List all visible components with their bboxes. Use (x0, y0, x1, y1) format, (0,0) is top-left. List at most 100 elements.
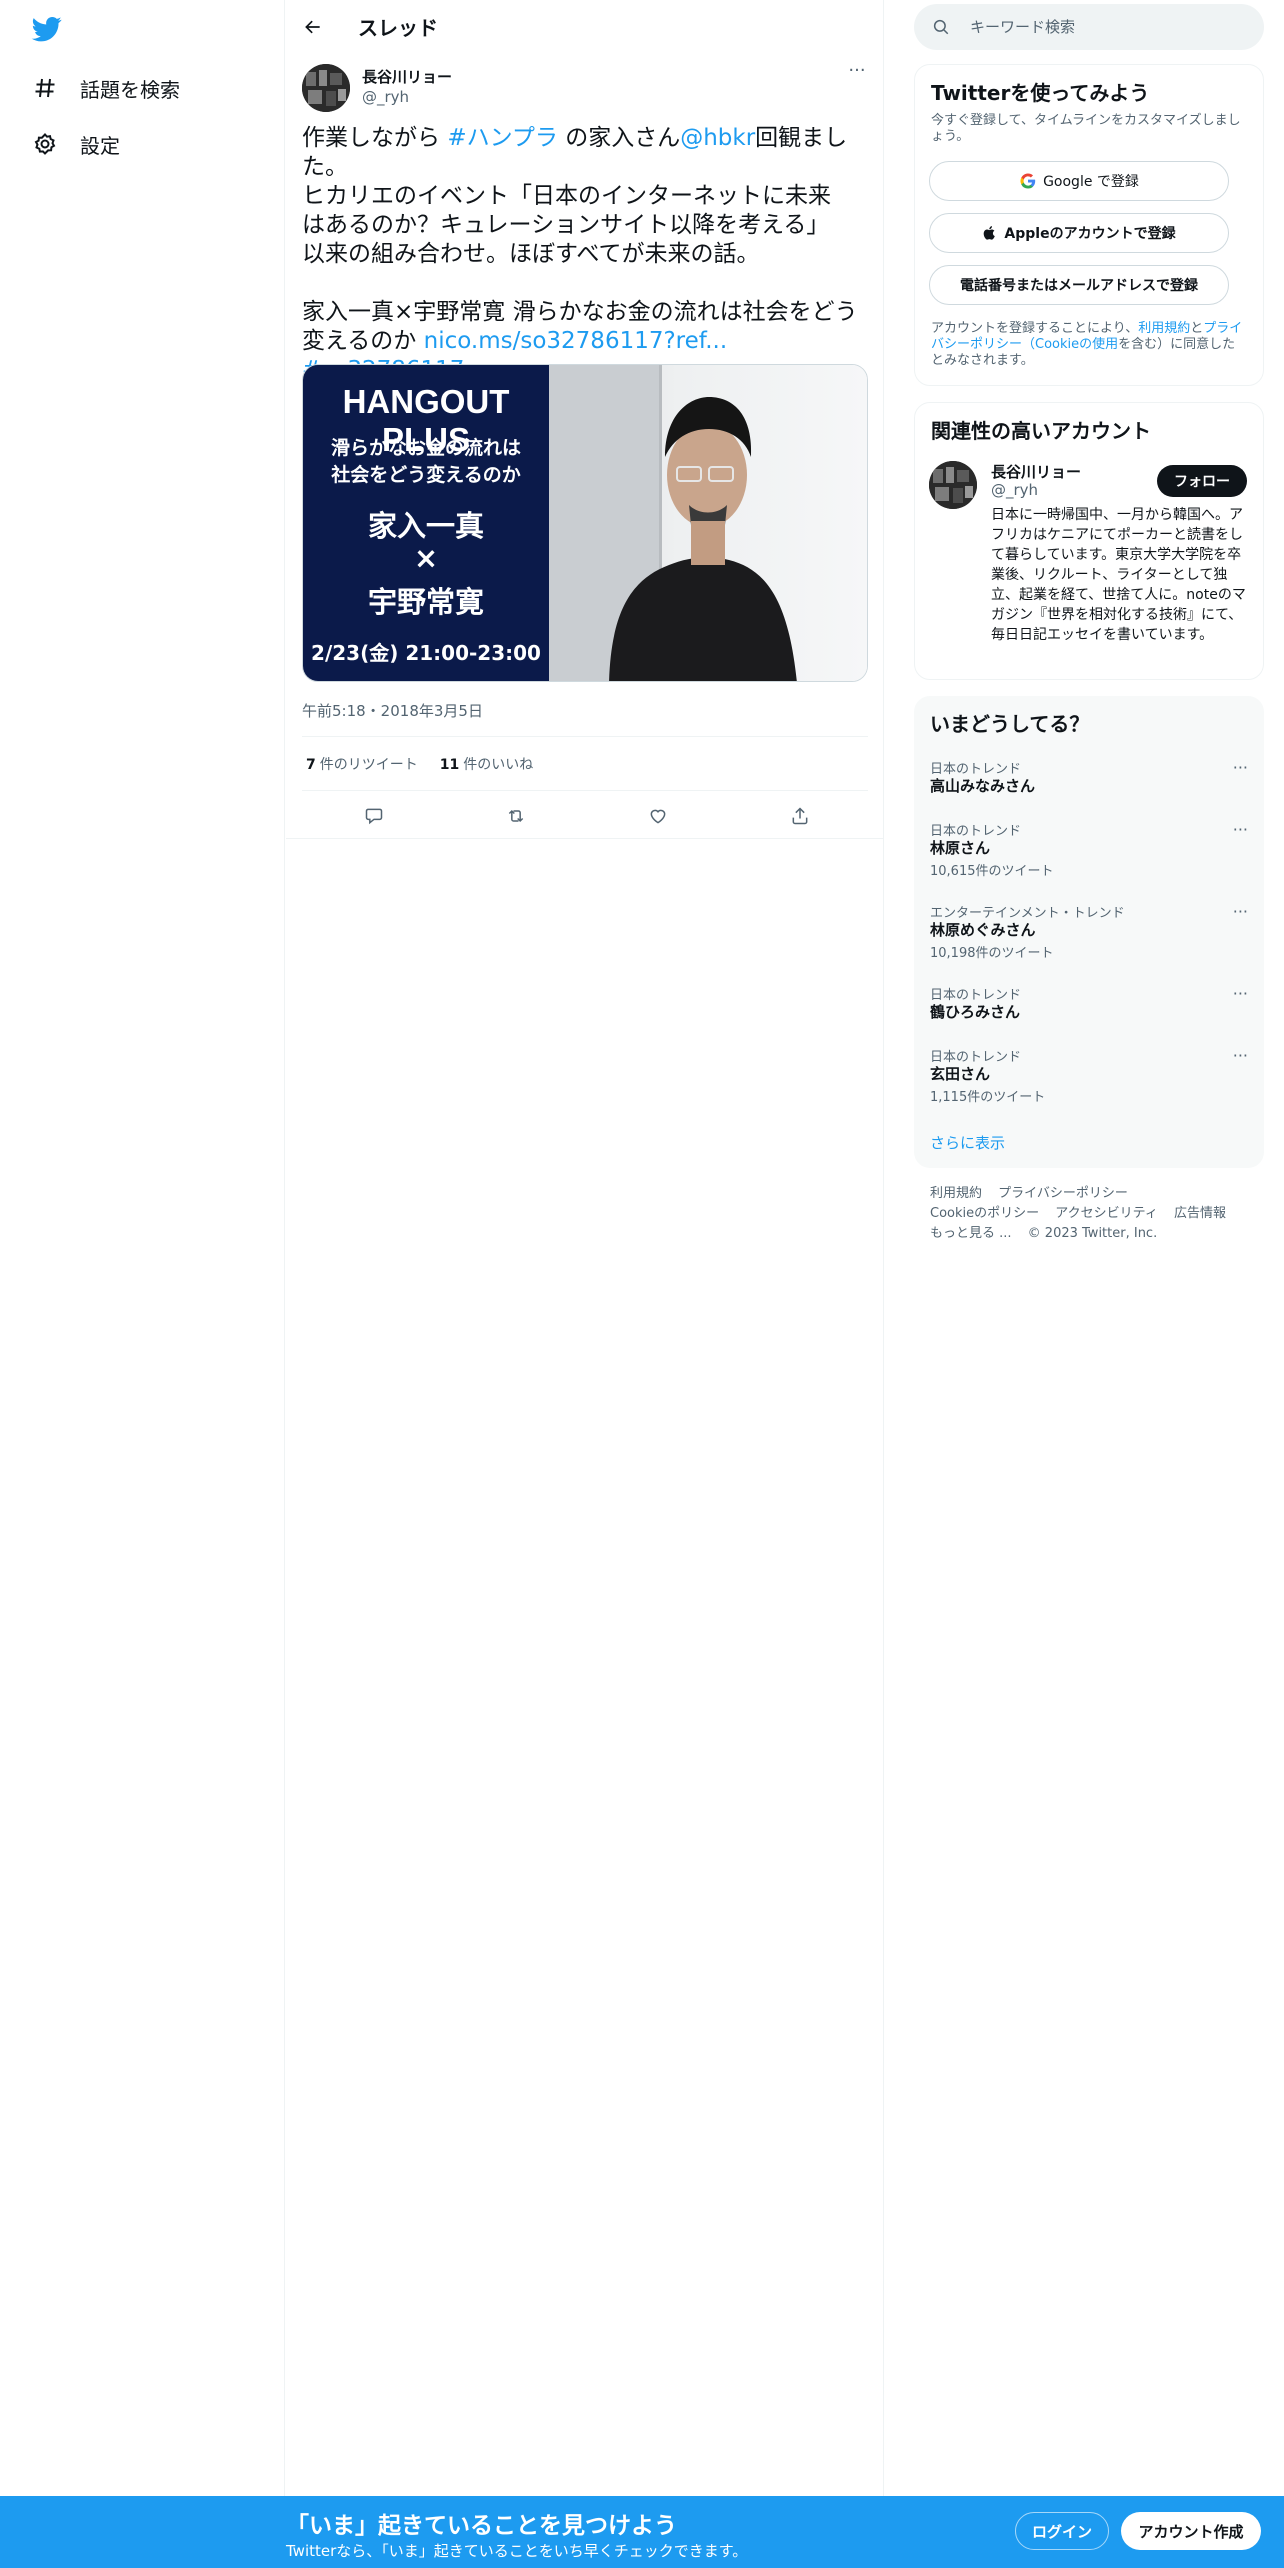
tweet-timestamp[interactable]: 午前5:18・2018年3月5日 (302, 700, 483, 721)
divider (302, 790, 868, 791)
signup-card-subtitle: 今すぐ登録して、タイムラインをカスタマイズしましょう。 (931, 113, 1241, 144)
phone-email-signup-button[interactable]: 電話番号またはメールアドレスで登録 (929, 265, 1229, 305)
media-subtitle-line: 滑らかなお金の流れは (330, 437, 521, 459)
media-subtitle-line: 社会をどう変えるのか (331, 464, 521, 486)
trend-item[interactable]: 日本のトレンド 林原さん 10,615件のツイート ··· (914, 820, 1264, 880)
media-subtitle: 滑らかなお金の流れは 社会をどう変えるのか (303, 435, 549, 489)
trend-name: 玄田さん (930, 1065, 991, 1083)
media-name-1: 家入一真 (367, 509, 484, 543)
tweet-text-line: 以来の組み合わせ。ほぼすべてが未来の話。 (302, 241, 760, 267)
terms-link[interactable]: 利用規約 (1138, 321, 1190, 336)
tweet-text-line: 家入一真×宇野常寛 滑らかなお金の流れは社会をどう (302, 299, 858, 325)
author-avatar[interactable] (302, 64, 350, 112)
search-icon (932, 18, 950, 36)
retweet-icon[interactable] (498, 798, 534, 834)
main-column: スレッド 長谷川リョー @_ryh ··· 作業しながら #ハンプラ の家入さん… (286, 0, 884, 2496)
like-count[interactable]: 11 件のいいね (440, 754, 533, 774)
left-navigation: 話題を検索 設定 (0, 0, 285, 2496)
search-box (914, 4, 1264, 50)
author-name[interactable]: 長谷川リョー (362, 66, 452, 87)
signup-card: Twitterを使ってみよう 今すぐ登録して、タイムラインをカスタマイズしましょ… (914, 64, 1264, 386)
search-input[interactable] (970, 4, 1250, 50)
tweet-text-line: ヒカリエのイベント「日本のインターネットに未来 (302, 183, 831, 209)
nav-label-explore: 話題を検索 (80, 77, 180, 102)
create-account-button[interactable]: アカウント作成 (1121, 2512, 1261, 2550)
like-heart-icon[interactable] (640, 798, 676, 834)
footer-privacy-link[interactable]: プライバシーポリシー (998, 1186, 1128, 1201)
more-options-icon[interactable]: ··· (1233, 984, 1248, 1003)
signup-legal-text: アカウントを登録することにより、利用規約とプライバシーポリシー（Cookieの使… (931, 321, 1247, 369)
trend-tweet-count: 10,198件のツイート (930, 946, 1054, 961)
google-icon (1019, 172, 1037, 190)
more-options-icon[interactable]: ··· (1233, 758, 1248, 777)
legal-text-segment: と (1190, 321, 1204, 336)
trend-item[interactable]: 日本のトレンド 玄田さん 1,115件のツイート ··· (914, 1046, 1264, 1106)
google-signup-button[interactable]: Google で登録 (929, 161, 1229, 201)
related-account-bio: 日本に一時帰国中、一月から韓国へ。アフリカはケニアにてポーカーと読書をして暮らし… (991, 507, 1246, 643)
trend-name: 鶴ひろみさん (930, 1003, 1021, 1021)
related-accounts-card: 関連性の高いアカウント 長谷川リョー @_ryh フォロー 日本に一時帰国中、一… (914, 402, 1264, 680)
hashtag-link[interactable]: #ハンプラ (447, 125, 558, 151)
trend-item[interactable]: 日本のトレンド 高山みなみさん ··· (914, 758, 1264, 808)
tweet-text-segment: 回観まし (755, 125, 848, 151)
like-count-value: 11 (439, 757, 460, 773)
trend-item[interactable]: 日本のトレンド 鶴ひろみさん ··· (914, 984, 1264, 1034)
tweet-text-segment: 作業しながら (302, 125, 448, 151)
media-name-2: 宇野常寛 (367, 585, 484, 619)
trends-card: いまどうしてる？ 日本のトレンド 高山みなみさん ··· 日本のトレンド 林原さ… (914, 696, 1264, 1168)
trends-title: いまどうしてる？ (930, 712, 1090, 736)
follow-button[interactable]: フォロー (1157, 465, 1247, 497)
more-options-icon[interactable]: ··· (1233, 1046, 1248, 1065)
tweet-actions (302, 798, 868, 834)
reply-icon[interactable] (356, 798, 392, 834)
related-accounts-title: 関連性の高いアカウント (931, 419, 1151, 443)
tweet-text-line: はあるのか？キュレーションサイト以降を考える」 (302, 212, 830, 238)
footer-ads-link[interactable]: 広告情報 (1174, 1206, 1226, 1221)
phone-email-signup-label: 電話番号またはメールアドレスで登録 (960, 278, 1198, 294)
related-account-name[interactable]: 長谷川リョー (991, 461, 1081, 482)
footer-cookie-link[interactable]: Cookieのポリシー (930, 1206, 1039, 1221)
apple-icon (982, 225, 998, 241)
retweet-count-label: 件のリツイート (319, 757, 418, 773)
url-link[interactable]: nico.ms/so32786117?ref... (424, 328, 728, 354)
back-arrow-icon[interactable] (298, 12, 328, 42)
tweet-media-image[interactable]: HANGOUT PLUS 滑らかなお金の流れは 社会をどう変えるのか 家入一真 … (302, 364, 868, 682)
thread-header: スレッド (286, 0, 884, 54)
trend-tweet-count: 1,115件のツイート (930, 1090, 1046, 1105)
tweet-text-segment: の家入さん (557, 125, 681, 151)
gear-icon (30, 129, 60, 159)
trend-name: 林原さん (930, 839, 991, 857)
more-options-icon[interactable]: ··· (1233, 820, 1248, 839)
footer-links: 利用規約 プライバシーポリシー Cookieのポリシー アクセシビリティ 広告情… (930, 1184, 1250, 1244)
copyright: © 2023 Twitter, Inc. (1027, 1226, 1158, 1241)
apple-signup-button[interactable]: Appleのアカウントで登録 (929, 213, 1229, 253)
tweet-text: 作業しながら #ハンプラ の家入さん@hbkr回観まし た。 ヒカリエのイベント… (302, 124, 868, 385)
more-options-icon[interactable]: ··· (845, 62, 869, 84)
footer-more-link[interactable]: もっと見る ... (930, 1226, 1012, 1241)
media-text-panel: HANGOUT PLUS 滑らかなお金の流れは 社会をどう変えるのか 家入一真 … (303, 365, 549, 681)
nav-item-settings[interactable]: 設定 (30, 124, 120, 164)
mention-link[interactable]: @hbkr (680, 125, 755, 151)
nav-item-explore[interactable]: 話題を検索 (30, 68, 180, 108)
footer-terms-link[interactable]: 利用規約 (930, 1186, 982, 1201)
google-signup-label: Google で登録 (1043, 174, 1139, 190)
show-more-link[interactable]: さらに表示 (930, 1132, 1005, 1153)
trend-item[interactable]: エンターテインメント・トレンド 林原めぐみさん 10,198件のツイート ··· (914, 902, 1264, 962)
author-handle[interactable]: @_ryh (362, 88, 409, 106)
page-title: スレッド (358, 16, 438, 40)
signup-card-title: Twitterを使ってみよう (931, 81, 1150, 105)
footer-accessibility-link[interactable]: アクセシビリティ (1055, 1206, 1158, 1221)
trend-tweet-count: 10,615件のツイート (930, 864, 1054, 879)
login-button[interactable]: ログイン (1015, 2512, 1109, 2550)
divider (302, 736, 868, 737)
media-datetime: 2/23(金) 21:00-23:00 (311, 641, 541, 665)
tweet-stats: 7 件のリツイート 11 件のいいね (306, 754, 533, 774)
more-options-icon[interactable]: ··· (1233, 902, 1248, 921)
twitter-bird-icon[interactable] (30, 14, 64, 44)
related-account-handle[interactable]: @_ryh (991, 481, 1038, 499)
share-icon[interactable] (782, 798, 818, 834)
media-cross: × (413, 541, 439, 575)
retweet-count-value: 7 (306, 757, 316, 773)
related-account-avatar[interactable] (929, 461, 977, 509)
retweet-count[interactable]: 7 件のリツイート (306, 754, 418, 774)
